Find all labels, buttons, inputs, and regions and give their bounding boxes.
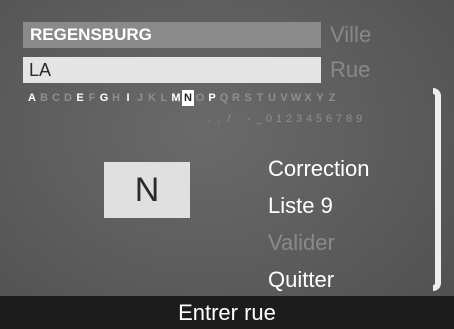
key-i[interactable]: I: [122, 90, 134, 106]
key-p[interactable]: P: [206, 90, 218, 106]
screen-title: Entrer rue: [0, 296, 454, 329]
key-g[interactable]: G: [98, 90, 110, 106]
selected-char-preview: N: [104, 162, 190, 218]
street-label: Rue: [330, 57, 371, 82]
correction-button[interactable]: Correction: [268, 150, 369, 187]
key-l[interactable]: L: [158, 90, 170, 106]
key-w[interactable]: W: [290, 90, 302, 106]
key-symbol[interactable]: 1: [274, 111, 284, 127]
list-button[interactable]: Liste 9: [268, 187, 369, 224]
key-a[interactable]: A: [26, 90, 38, 106]
key-h[interactable]: H: [110, 90, 122, 106]
key-symbol[interactable]: 3: [294, 111, 304, 127]
key-symbol[interactable]: -: [244, 111, 254, 127]
key-m[interactable]: M: [170, 90, 182, 106]
key-t[interactable]: T: [254, 90, 266, 106]
navigation-screen: REGENSBURG Ville LA Rue ABCDEFGHIJKLMNOP…: [0, 0, 454, 329]
key-symbol[interactable]: 2: [284, 111, 294, 127]
validate-button[interactable]: Valider: [268, 224, 369, 261]
key-symbol[interactable]: 8: [344, 111, 354, 127]
key-s[interactable]: S: [242, 90, 254, 106]
city-field[interactable]: REGENSBURG: [23, 22, 321, 48]
key-k[interactable]: K: [146, 90, 158, 106]
key-v[interactable]: V: [278, 90, 290, 106]
key-n[interactable]: N: [182, 90, 194, 106]
key-symbol[interactable]: 0: [264, 111, 274, 127]
key-d[interactable]: D: [62, 90, 74, 106]
action-menu: Correction Liste 9 Valider Quitter: [268, 150, 369, 298]
key-c[interactable]: C: [50, 90, 62, 106]
key-symbol[interactable]: [234, 111, 244, 127]
symbol-keyboard-row: .. / - _ 0 1 2 3 4 5 6 7 8 9: [204, 111, 364, 127]
key-z[interactable]: Z: [326, 90, 338, 106]
scroll-bracket: [433, 88, 441, 291]
key-symbol[interactable]: 9: [354, 111, 364, 127]
key-e[interactable]: E: [74, 90, 86, 106]
key-x[interactable]: X: [302, 90, 314, 106]
key-j[interactable]: J: [134, 90, 146, 106]
key-b[interactable]: B: [38, 90, 50, 106]
key-symbol[interactable]: .: [204, 111, 214, 127]
key-symbol[interactable]: 5: [314, 111, 324, 127]
key-o[interactable]: O: [194, 90, 206, 106]
street-input[interactable]: LA: [23, 57, 321, 83]
key-symbol[interactable]: 4: [304, 111, 314, 127]
key-u[interactable]: U: [266, 90, 278, 106]
letter-keyboard-row: ABCDEFGHIJKLMNOPQRSTUVWXYZ: [26, 89, 338, 107]
city-label: Ville: [330, 22, 372, 47]
key-symbol[interactable]: 7: [334, 111, 344, 127]
key-symbol[interactable]: /: [224, 111, 234, 127]
key-symbol[interactable]: 6: [324, 111, 334, 127]
key-y[interactable]: Y: [314, 90, 326, 106]
key-q[interactable]: Q: [218, 90, 230, 106]
key-symbol[interactable]: .: [214, 111, 224, 127]
key-f[interactable]: F: [86, 90, 98, 106]
key-symbol[interactable]: _: [254, 111, 264, 127]
key-r[interactable]: R: [230, 90, 242, 106]
quit-button[interactable]: Quitter: [268, 261, 369, 298]
